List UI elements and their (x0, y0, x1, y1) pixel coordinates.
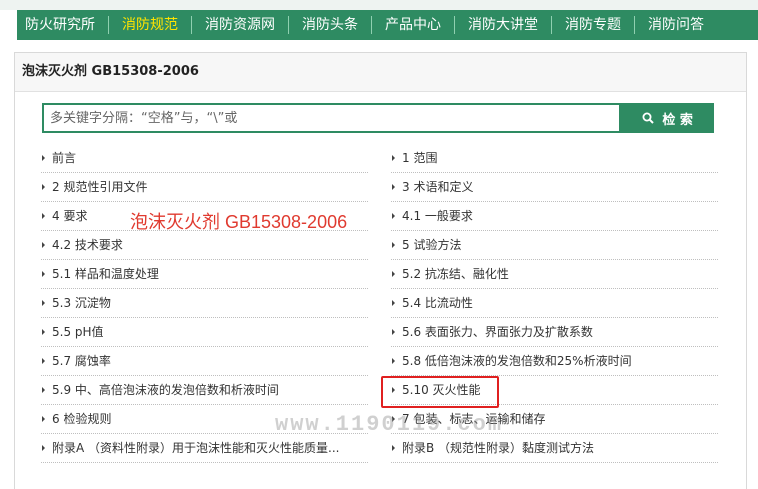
triangle-right-icon (392, 329, 395, 335)
triangle-right-icon (42, 300, 45, 306)
triangle-right-icon (392, 445, 395, 451)
overlay-title: 泡沫灭火剂 GB15308-2006 (130, 212, 348, 232)
toc-item[interactable]: 5.4 比流动性 (391, 289, 718, 318)
triangle-right-icon (42, 329, 45, 335)
toc-item[interactable]: 5.1 样品和温度处理 (41, 260, 368, 289)
toc-item[interactable]: 5.2 抗冻结、融化性 (391, 260, 718, 289)
triangle-right-icon (392, 184, 395, 190)
top-strip (0, 0, 758, 10)
triangle-right-icon (392, 358, 395, 364)
search-button[interactable]: 检 索 (621, 103, 714, 133)
toc-item[interactable]: 5.7 腐蚀率 (41, 347, 368, 376)
toc-item[interactable]: 5.3 沉淀物 (41, 289, 368, 318)
toc-item-label: 4 要求 (52, 208, 88, 223)
toc-item-label: 4.1 一般要求 (402, 208, 473, 223)
toc-item-label: 5.3 沉淀物 (52, 295, 111, 310)
triangle-right-icon (392, 213, 395, 219)
toc-item[interactable]: 5.5 pH值 (41, 318, 368, 347)
toc-item[interactable]: 1 范围 (391, 144, 718, 173)
nav-item-3[interactable]: 消防头条 (289, 16, 372, 34)
highlight-box (381, 376, 499, 408)
triangle-right-icon (42, 155, 45, 161)
nav-item-4[interactable]: 产品中心 (372, 16, 455, 34)
triangle-right-icon (42, 271, 45, 277)
main-nav: 防火研究所 消防规范 消防资源网 消防头条 产品中心 消防大讲堂 消防专题 消防问答 (17, 10, 758, 40)
triangle-right-icon (392, 242, 395, 248)
toc-item-label: 5.4 比流动性 (402, 295, 473, 310)
toc-item-label: 5.5 pH值 (52, 324, 104, 339)
toc-item-label: 5 试验方法 (402, 237, 462, 252)
toc-item-label: 6 检验规则 (52, 411, 112, 426)
toc-item[interactable]: 3 术语和定义 (391, 173, 718, 202)
toc-item[interactable]: 5.9 中、高倍泡沫液的发泡倍数和析液时间 (41, 376, 368, 405)
nav-item-1[interactable]: 消防规范 (109, 16, 192, 34)
toc-item[interactable]: 5 试验方法 (391, 231, 718, 260)
triangle-right-icon (42, 358, 45, 364)
page-title: 泡沫灭火剂 GB15308-2006 (15, 53, 746, 92)
triangle-right-icon (42, 416, 45, 422)
toc-item-label: 1 范围 (402, 150, 438, 165)
search-bar: 检 索 (42, 103, 714, 133)
nav-item-2[interactable]: 消防资源网 (192, 16, 289, 34)
nav-item-6[interactable]: 消防专题 (552, 16, 635, 34)
triangle-right-icon (42, 387, 45, 393)
toc-item-label: 2 规范性引用文件 (52, 179, 148, 194)
toc-item[interactable]: 5.6 表面张力、界面张力及扩散系数 (391, 318, 718, 347)
toc-item-label: 5.2 抗冻结、融化性 (402, 266, 509, 281)
triangle-right-icon (392, 300, 395, 306)
toc-item-label: 4.2 技术要求 (52, 237, 123, 252)
toc-item[interactable]: 4.2 技术要求 (41, 231, 368, 260)
toc-item[interactable]: 前言 (41, 144, 368, 173)
toc-item-label: 5.8 低倍泡沫液的发泡倍数和25%析液时间 (402, 353, 632, 368)
toc-item[interactable]: 2 规范性引用文件 (41, 173, 368, 202)
toc-item-label: 5.6 表面张力、界面张力及扩散系数 (402, 324, 593, 339)
triangle-right-icon (392, 155, 395, 161)
triangle-right-icon (42, 184, 45, 190)
toc-item-label: 3 术语和定义 (402, 179, 474, 194)
toc-item[interactable]: 附录B （规范性附录）黏度测试方法 (391, 434, 718, 463)
toc-item-label: 附录B （规范性附录）黏度测试方法 (402, 440, 595, 455)
nav-item-7[interactable]: 消防问答 (635, 16, 717, 34)
triangle-right-icon (42, 445, 45, 451)
search-icon (642, 112, 655, 124)
triangle-right-icon (392, 271, 395, 277)
search-input[interactable] (42, 103, 622, 133)
toc-item-label: 附录A （资料性附录）用于泡沫性能和灭火性能质量... (52, 440, 340, 455)
search-button-label: 检 索 (662, 112, 693, 128)
toc-item[interactable]: 4.1 一般要求 (391, 202, 718, 231)
toc-item[interactable]: 5.8 低倍泡沫液的发泡倍数和25%析液时间 (391, 347, 718, 376)
site-watermark: www.1190119.com (275, 412, 504, 437)
toc-item-label: 5.7 腐蚀率 (52, 353, 111, 368)
triangle-right-icon (42, 242, 45, 248)
toc-item-label: 前言 (52, 150, 77, 165)
triangle-right-icon (42, 213, 45, 219)
toc-item-label: 5.1 样品和温度处理 (52, 266, 159, 281)
nav-item-5[interactable]: 消防大讲堂 (455, 16, 552, 34)
nav-item-0[interactable]: 防火研究所 (17, 16, 109, 34)
toc-item[interactable]: 附录A （资料性附录）用于泡沫性能和灭火性能质量... (41, 434, 368, 463)
toc-item-label: 5.9 中、高倍泡沫液的发泡倍数和析液时间 (52, 382, 279, 397)
